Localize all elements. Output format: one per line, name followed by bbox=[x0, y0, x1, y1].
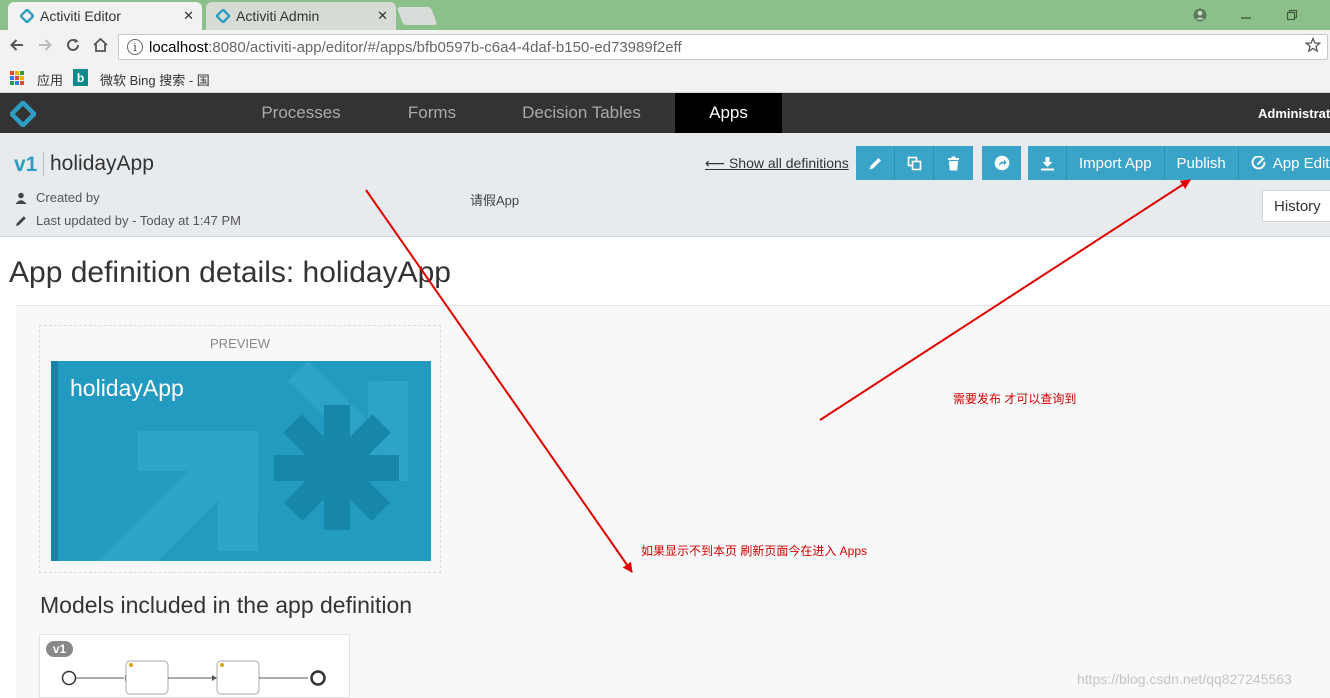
screen: Activiti Editor ✕ Activiti Admin ✕ i loc… bbox=[0, 0, 1330, 698]
annotation-publish-note: 需要发布 才可以查询到 bbox=[953, 392, 1077, 406]
annotation-arrow-publish bbox=[819, 179, 1191, 421]
annotation-arrow-refresh bbox=[365, 189, 633, 573]
watermark: https://blog.csdn.net/qq827245563 bbox=[1077, 671, 1292, 687]
annotation-refresh-note: 如果显示不到本页 刷新页面今在进入 Apps bbox=[641, 544, 868, 558]
annotation-arrows bbox=[365, 179, 1191, 573]
